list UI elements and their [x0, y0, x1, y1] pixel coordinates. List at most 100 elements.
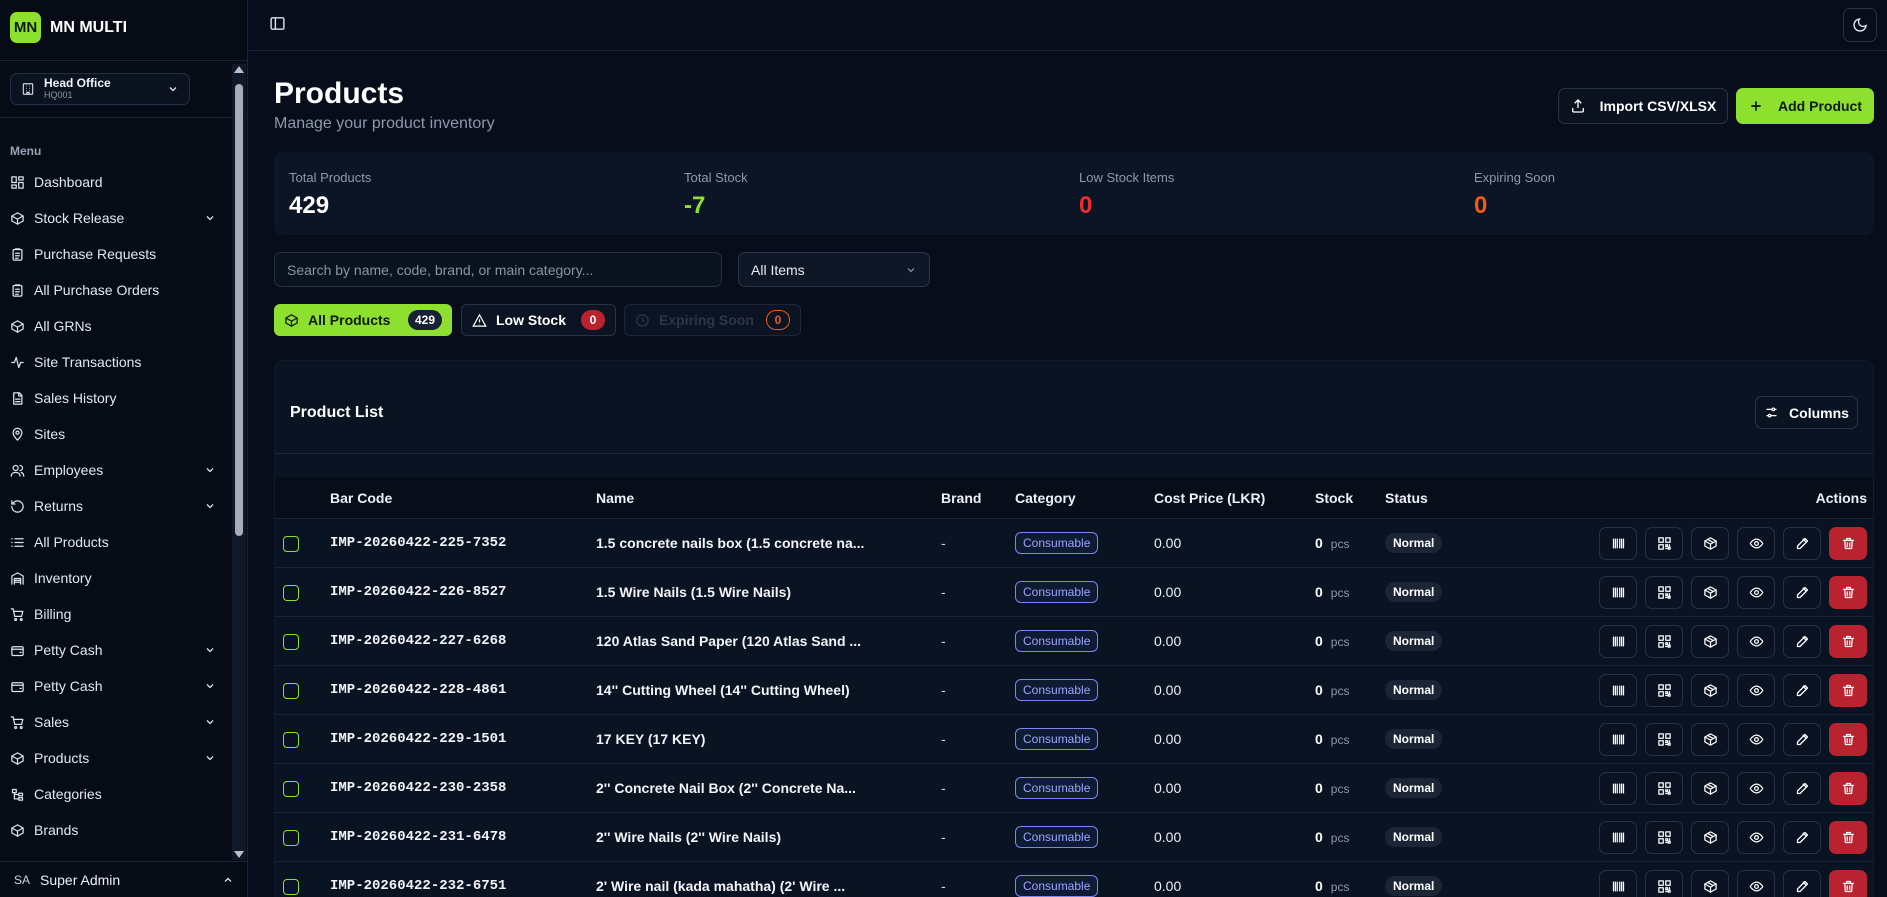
sidebar-item-categories[interactable]: Categories: [0, 776, 228, 812]
row-checkbox[interactable]: [283, 732, 299, 748]
delete-button[interactable]: [1829, 821, 1867, 854]
stock-button[interactable]: [1691, 625, 1729, 658]
filter-select[interactable]: All Items: [738, 252, 930, 287]
edit-button[interactable]: [1783, 674, 1821, 707]
row-checkbox[interactable]: [283, 830, 299, 846]
sidebar-item-petty-cash-1[interactable]: Petty Cash: [0, 632, 228, 668]
print-barcode-button[interactable]: [1599, 821, 1637, 854]
table-row[interactable]: IMP-20260422-232-6751 2' Wire nail (kada …: [275, 862, 1873, 897]
branch-selector[interactable]: Head Office HQ001: [10, 73, 190, 105]
sidebar-item-purchase-orders[interactable]: All Purchase Orders: [0, 272, 228, 308]
qr-code-button[interactable]: [1645, 576, 1683, 609]
row-checkbox[interactable]: [283, 585, 299, 601]
view-button[interactable]: [1737, 772, 1775, 805]
tab-expiring-soon[interactable]: Expiring Soon 0: [624, 304, 801, 336]
qr-code-button[interactable]: [1645, 772, 1683, 805]
row-checkbox[interactable]: [283, 634, 299, 650]
delete-button[interactable]: [1829, 723, 1867, 756]
table-row[interactable]: IMP-20260422-227-6268 120 Atlas Sand Pape…: [275, 617, 1873, 666]
print-barcode-button[interactable]: [1599, 723, 1637, 756]
scroll-thumb[interactable]: [235, 84, 243, 536]
sidebar-item-inventory[interactable]: Inventory: [0, 560, 228, 596]
sidebar-item-sales[interactable]: Sales: [0, 704, 228, 740]
table-row[interactable]: IMP-20260422-228-4861 14'' Cutting Wheel …: [275, 666, 1873, 715]
header-cost-price[interactable]: Cost Price (LKR): [1154, 490, 1265, 506]
table-row[interactable]: IMP-20260422-231-6478 2'' Wire Nails (2''…: [275, 813, 1873, 862]
sidebar-toggle-button[interactable]: [269, 15, 289, 35]
stock-button[interactable]: [1691, 723, 1729, 756]
import-button[interactable]: Import CSV/XLSX: [1558, 88, 1728, 124]
qr-code-button[interactable]: [1645, 723, 1683, 756]
stock-button[interactable]: [1691, 870, 1729, 897]
stock-button[interactable]: [1691, 527, 1729, 560]
sidebar-item-dashboard[interactable]: Dashboard: [0, 164, 228, 200]
sidebar-item-employees[interactable]: Employees: [0, 452, 228, 488]
sidebar-scrollbar[interactable]: [232, 64, 246, 860]
delete-button[interactable]: [1829, 527, 1867, 560]
tab-all-products[interactable]: All Products 429: [274, 304, 452, 336]
view-button[interactable]: [1737, 674, 1775, 707]
table-row[interactable]: IMP-20260422-229-1501 17 KEY (17 KEY) - Con…: [275, 715, 1873, 764]
qr-code-button[interactable]: [1645, 821, 1683, 854]
print-barcode-button[interactable]: [1599, 674, 1637, 707]
stock-button[interactable]: [1691, 821, 1729, 854]
print-barcode-button[interactable]: [1599, 576, 1637, 609]
stock-button[interactable]: [1691, 772, 1729, 805]
view-button[interactable]: [1737, 821, 1775, 854]
view-button[interactable]: [1737, 870, 1775, 897]
brand[interactable]: MN MN MULTI: [10, 12, 127, 43]
add-product-button[interactable]: Add Product: [1736, 88, 1874, 124]
row-checkbox[interactable]: [283, 879, 299, 895]
edit-button[interactable]: [1783, 870, 1821, 897]
delete-button[interactable]: [1829, 870, 1867, 897]
print-barcode-button[interactable]: [1599, 870, 1637, 897]
edit-button[interactable]: [1783, 576, 1821, 609]
view-button[interactable]: [1737, 723, 1775, 756]
print-barcode-button[interactable]: [1599, 527, 1637, 560]
sidebar-item-brands[interactable]: Brands: [0, 812, 228, 848]
scroll-up-arrow-icon[interactable]: [234, 66, 244, 73]
sidebar-item-site-transactions[interactable]: Site Transactions: [0, 344, 228, 380]
sidebar-item-grns[interactable]: All GRNs: [0, 308, 228, 344]
edit-button[interactable]: [1783, 723, 1821, 756]
delete-button[interactable]: [1829, 625, 1867, 658]
user-menu[interactable]: SA Super Admin: [0, 861, 248, 897]
sidebar-item-purchase-requests[interactable]: Purchase Requests: [0, 236, 228, 272]
qr-code-button[interactable]: [1645, 674, 1683, 707]
header-status[interactable]: Status: [1385, 490, 1428, 506]
tab-low-stock[interactable]: Low Stock 0: [461, 304, 616, 336]
row-checkbox[interactable]: [283, 683, 299, 699]
print-barcode-button[interactable]: [1599, 772, 1637, 805]
delete-button[interactable]: [1829, 772, 1867, 805]
stock-button[interactable]: [1691, 674, 1729, 707]
sidebar-item-stock-release[interactable]: Stock Release: [0, 200, 228, 236]
sidebar-item-sites[interactable]: Sites: [0, 416, 228, 452]
delete-button[interactable]: [1829, 674, 1867, 707]
sidebar-item-billing[interactable]: Billing: [0, 596, 228, 632]
sidebar-item-returns[interactable]: Returns: [0, 488, 228, 524]
search-input[interactable]: [274, 252, 722, 287]
print-barcode-button[interactable]: [1599, 625, 1637, 658]
row-checkbox[interactable]: [283, 781, 299, 797]
table-row[interactable]: IMP-20260422-226-8527 1.5 Wire Nails (1.5…: [275, 568, 1873, 617]
sidebar-item-all-products[interactable]: All Products: [0, 524, 228, 560]
columns-button[interactable]: Columns: [1755, 396, 1858, 429]
header-category[interactable]: Category: [1015, 490, 1076, 506]
edit-button[interactable]: [1783, 772, 1821, 805]
edit-button[interactable]: [1783, 625, 1821, 658]
view-button[interactable]: [1737, 527, 1775, 560]
delete-button[interactable]: [1829, 576, 1867, 609]
sidebar-item-products[interactable]: Products: [0, 740, 228, 776]
view-button[interactable]: [1737, 576, 1775, 609]
header-brand[interactable]: Brand: [941, 490, 981, 506]
row-checkbox[interactable]: [283, 536, 299, 552]
qr-code-button[interactable]: [1645, 870, 1683, 897]
qr-code-button[interactable]: [1645, 527, 1683, 560]
header-stock[interactable]: Stock: [1315, 490, 1353, 506]
qr-code-button[interactable]: [1645, 625, 1683, 658]
scroll-down-arrow-icon[interactable]: [234, 851, 244, 858]
edit-button[interactable]: [1783, 527, 1821, 560]
stock-button[interactable]: [1691, 576, 1729, 609]
view-button[interactable]: [1737, 625, 1775, 658]
header-barcode[interactable]: Bar Code: [330, 490, 392, 506]
